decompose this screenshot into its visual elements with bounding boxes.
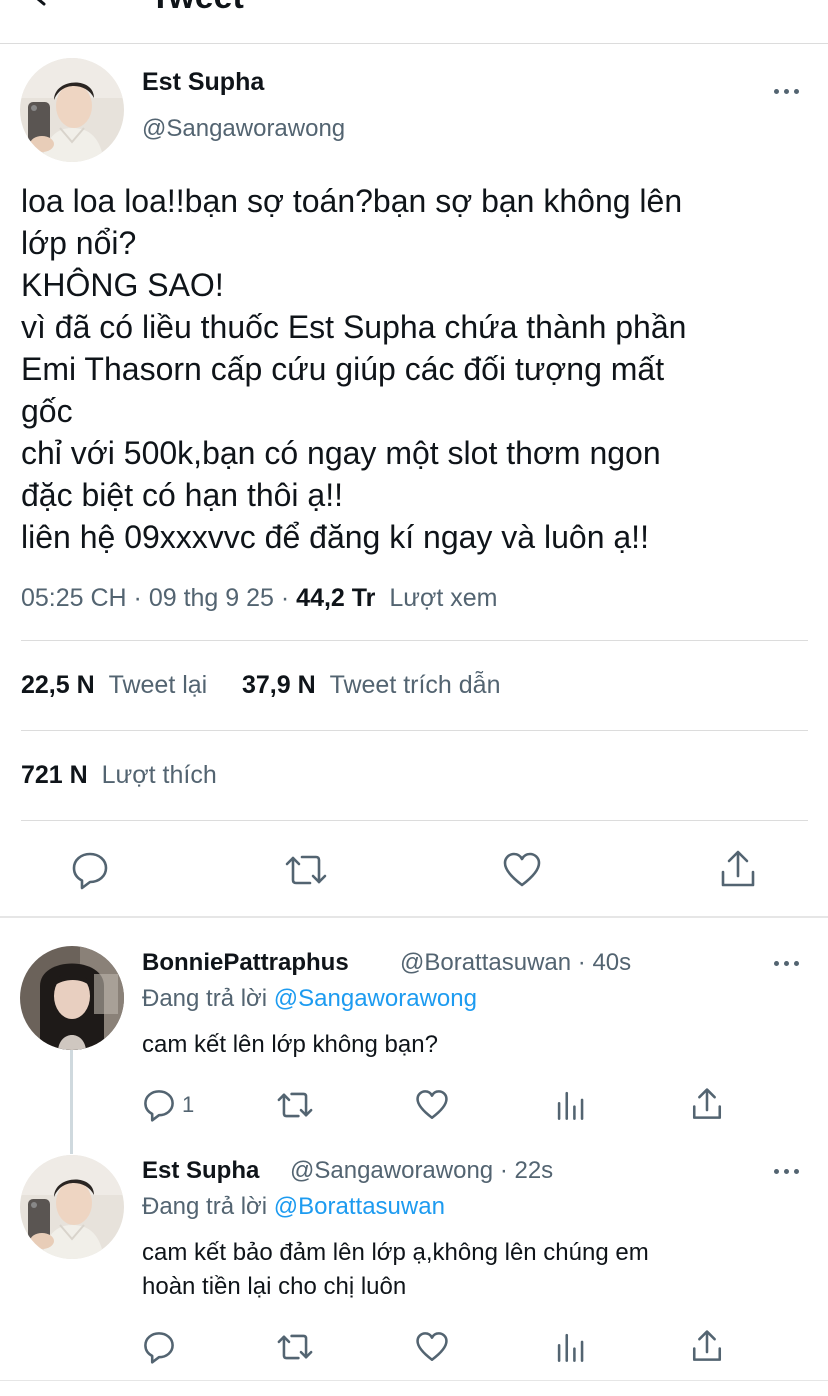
author-avatar[interactable] xyxy=(20,58,124,162)
filter-list-icon[interactable] xyxy=(760,0,808,8)
tweet-text-line: vì đã có liều thuốc Est Supha chứa thành… xyxy=(21,309,687,345)
tweet-text-line: chỉ với 500k,bạn có ngay một slot thơm n… xyxy=(21,435,661,471)
quotes-label[interactable]: Tweet trích dẫn xyxy=(330,671,501,699)
divider xyxy=(21,640,808,641)
page-title: Tweet xyxy=(150,0,244,14)
tweet-text-line: liên hệ 09xxxvvc để đăng kí ngay và luôn… xyxy=(21,519,649,555)
reply-author-name[interactable]: Est Supha xyxy=(142,1157,259,1185)
analytics-icon[interactable] xyxy=(554,1330,588,1364)
tweet-text-line: đặc biệt có hạn thôi ạ!! xyxy=(21,477,343,513)
tweet-text-line: loa loa loa!!bạn sợ toán?bạn sợ bạn khôn… xyxy=(21,183,683,219)
heart-icon[interactable] xyxy=(415,1088,449,1122)
divider xyxy=(0,1380,828,1381)
likes-count[interactable]: 721 N xyxy=(21,761,88,789)
replying-to: Đang trả lời @Sangaworawong xyxy=(142,985,477,1013)
replying-label: Đang trả lời xyxy=(142,985,268,1012)
top-nav-bar: Tweet xyxy=(0,0,828,44)
tweet-meta: 05:25 CH · 09 thg 9 25 · 44,2 Tr Lượt xe… xyxy=(21,584,497,613)
reply-author-name[interactable]: BonniePattraphus xyxy=(142,949,349,977)
reply-text: cam kết lên lớp không bạn? xyxy=(142,1031,438,1058)
reply-author-handle[interactable]: @Sangaworawong xyxy=(290,1157,493,1184)
heart-icon[interactable] xyxy=(415,1330,449,1364)
retweet-stats-row: 22,5 N Tweet lại 37,9 N Tweet trích dẫn xyxy=(21,671,501,700)
reply-count: 1 xyxy=(182,1092,195,1117)
section-divider xyxy=(0,916,828,918)
retweet-icon[interactable] xyxy=(284,850,328,890)
reply-avatar[interactable] xyxy=(20,1155,124,1259)
retweet-icon[interactable] xyxy=(276,1330,314,1364)
tweet-text-line: gốc xyxy=(21,393,73,429)
heart-icon[interactable] xyxy=(502,850,542,890)
analytics-icon[interactable] xyxy=(554,1088,588,1122)
reply-icon[interactable] xyxy=(142,1088,176,1122)
reply-author-meta: @Sangaworawong · 22s xyxy=(290,1157,553,1185)
views-label: Lượt xem xyxy=(389,584,498,612)
replying-to: Đang trả lời @Borattasuwan xyxy=(142,1193,445,1221)
replying-label: Đang trả lời xyxy=(142,1193,268,1220)
quotes-count[interactable]: 37,9 N xyxy=(242,671,316,699)
more-icon[interactable] xyxy=(774,960,802,968)
tweet-text-line: KHÔNG SAO! xyxy=(21,267,224,303)
tweet-text-line: Emi Thasorn cấp cứu giúp các đối tượng m… xyxy=(21,351,665,387)
reply-actions-bar: 1 xyxy=(0,1086,828,1126)
retweets-label[interactable]: Tweet lại xyxy=(109,671,208,699)
more-icon[interactable] xyxy=(774,1168,802,1176)
likes-stats-row: 721 N Lượt thích xyxy=(21,761,217,790)
reply-author-meta: @Borattasuwan · 40s xyxy=(400,949,631,977)
reply-time: · 40s xyxy=(577,949,632,976)
reply-text: cam kết bảo đảm lên lớp ạ,không lên chún… xyxy=(142,1236,649,1304)
tweet-timestamp[interactable]: 05:25 CH · 09 thg 9 25 · xyxy=(21,584,296,612)
replying-to-link[interactable]: @Borattasuwan xyxy=(274,1193,445,1220)
tweet-text: loa loa loa!!bạn sợ toán?bạn sợ bạn khôn… xyxy=(21,180,811,558)
share-icon[interactable] xyxy=(690,1328,724,1364)
share-icon[interactable] xyxy=(718,848,758,890)
tweet-text-line: lớp nổi? xyxy=(21,225,137,261)
reply-icon[interactable] xyxy=(142,1330,176,1364)
reply-icon[interactable] xyxy=(70,850,110,890)
reply-text-line: cam kết bảo đảm lên lớp ạ,không lên chún… xyxy=(142,1239,649,1266)
compose-box-icon[interactable] xyxy=(664,0,704,6)
more-icon[interactable] xyxy=(774,88,802,96)
divider xyxy=(21,820,808,821)
views-count: 44,2 Tr xyxy=(296,584,376,612)
back-arrow-icon[interactable] xyxy=(28,0,64,8)
retweet-icon[interactable] xyxy=(276,1088,314,1122)
reply-actions-bar xyxy=(0,1328,828,1368)
reply-time: · 22s xyxy=(499,1157,554,1184)
tweet-actions-bar xyxy=(0,846,828,896)
author-handle[interactable]: @Sangaworawong xyxy=(142,115,345,143)
retweets-count[interactable]: 22,5 N xyxy=(21,671,95,699)
likes-label[interactable]: Lượt thích xyxy=(102,761,217,789)
author-name[interactable]: Est Supha xyxy=(142,68,264,97)
share-icon[interactable] xyxy=(690,1086,724,1122)
reply-avatar[interactable] xyxy=(20,946,124,1050)
divider xyxy=(21,730,808,731)
replying-to-link[interactable]: @Sangaworawong xyxy=(274,985,477,1012)
reply-text-line: hoàn tiền lại cho chị luôn xyxy=(142,1273,407,1300)
reply-author-handle[interactable]: @Borattasuwan xyxy=(400,949,571,976)
